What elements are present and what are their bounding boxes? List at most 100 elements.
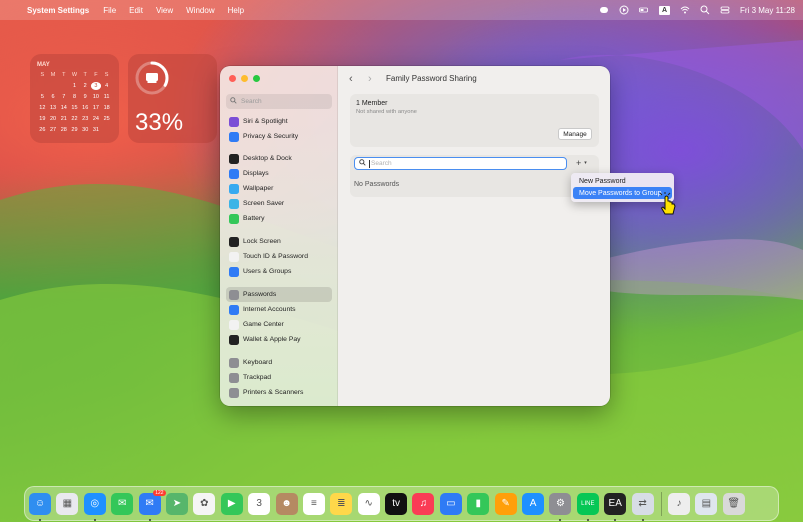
running-indicator	[586, 518, 589, 521]
appstore-icon[interactable]: A	[522, 492, 545, 515]
close-button[interactable]	[229, 75, 236, 82]
sidebar-item-wallpaper[interactable]: Wallpaper	[226, 181, 332, 196]
sidebar-item-trackpad[interactable]: Trackpad	[226, 370, 332, 385]
maps-icon[interactable]: ➤	[165, 492, 188, 515]
numbers-glyph: ▮	[475, 498, 481, 509]
sidebar-item-wallet-apple-pay[interactable]: Wallet & Apple Pay	[226, 332, 332, 347]
menu-item-move-passwords-to-group[interactable]: Move Passwords to Group	[573, 187, 672, 199]
menu-view[interactable]: View	[156, 6, 173, 15]
screen-share-icon[interactable]	[599, 5, 609, 15]
sidebar-item-label: Internet Accounts	[243, 306, 296, 313]
notes-icon[interactable]: ≣	[330, 492, 353, 515]
line-icon[interactable]: LINE	[576, 492, 599, 521]
sidebar-item-displays[interactable]: Displays	[226, 166, 332, 181]
finder-icon[interactable]: ☺	[29, 492, 51, 521]
battery-percentage: 33%	[135, 109, 184, 136]
sidebar-item-privacy-security[interactable]: Privacy & Security	[226, 129, 332, 144]
running-indicator	[39, 518, 41, 521]
manage-button[interactable]: Manage	[558, 128, 592, 140]
appletv-icon[interactable]: tv	[385, 492, 408, 515]
passwords-search-placeholder: Search	[371, 160, 392, 167]
fingerprint-icon	[229, 251, 239, 262]
calendar-widget[interactable]: MAY S M T W T F S 1 2 3 4 5 6 7 8 9 10 11 12 13 14 15 16 17 18 19…	[30, 54, 119, 143]
play-icon[interactable]	[619, 5, 629, 15]
dock-separator	[660, 491, 662, 516]
sidebar-item-label: Printers & Scanners	[243, 389, 304, 396]
messages-icon[interactable]: ✉	[111, 492, 134, 515]
facetime-icon[interactable]: ▶	[220, 492, 243, 515]
audio-file-icon[interactable]: ♪	[667, 492, 690, 515]
page-title: Family Password Sharing	[386, 74, 477, 83]
sidebar-item-internet-accounts[interactable]: Internet Accounts	[226, 302, 332, 317]
ea-icon[interactable]: EA	[604, 492, 627, 521]
calendar-day: 19	[39, 116, 46, 122]
sidebar-item-passwords[interactable]: Passwords	[226, 287, 332, 302]
battery-ring	[134, 60, 170, 96]
battery-icon[interactable]	[639, 5, 649, 15]
sidebar-item-siri-spotlight[interactable]: Siri & Spotlight	[226, 114, 332, 129]
calendar-day	[58, 82, 69, 90]
reminders-icon[interactable]: ≡	[302, 492, 325, 515]
sidebar-item-lock-screen[interactable]: Lock Screen	[226, 234, 332, 249]
screenshot-file-icon[interactable]: ▤	[695, 492, 718, 515]
calendar-day: 8	[72, 94, 77, 100]
sidebar-item-keyboard[interactable]: Keyboard	[226, 355, 332, 370]
mail-icon[interactable]: ✉ 122	[138, 489, 166, 521]
sidebar-item-desktop-dock[interactable]: Desktop & Dock	[226, 151, 332, 166]
hand-icon	[229, 131, 239, 142]
plus-icon: +	[576, 158, 582, 168]
dock-icon	[229, 153, 239, 164]
wifi-icon[interactable]	[680, 5, 690, 15]
sidebar-item-battery[interactable]: Battery	[226, 211, 332, 226]
launchpad-icon[interactable]: ▦	[56, 492, 79, 515]
search-icon[interactable]	[700, 5, 710, 15]
menubar-clock[interactable]: Fri 3 May 11:28	[740, 6, 795, 15]
input-source-icon[interactable]: A	[659, 5, 671, 15]
pages-icon[interactable]: ✎	[494, 492, 517, 515]
minimize-button[interactable]	[241, 75, 248, 82]
add-menu-button[interactable]: + ▾	[576, 158, 587, 168]
group-members-card: 1 Member Not shared with anyone Manage	[350, 94, 599, 147]
sidebar-search-input[interactable]: Search	[226, 94, 332, 109]
sidebar-item-printers-scanners[interactable]: Printers & Scanners	[226, 385, 332, 400]
sidebar-item-label: Privacy & Security	[243, 133, 299, 140]
control-center-icon[interactable]	[720, 5, 730, 15]
running-indicator	[559, 518, 562, 521]
trash-icon[interactable]: 🗑	[722, 492, 745, 515]
empty-state-label: No Passwords	[354, 181, 400, 188]
calendar-day: 2	[83, 83, 87, 89]
zoom-button[interactable]	[253, 75, 260, 82]
numbers-icon[interactable]: ▮	[467, 492, 490, 515]
menu-item-new-password[interactable]: New Password	[573, 175, 672, 187]
back-chevron-icon[interactable]: ‹	[349, 73, 353, 85]
photos-icon[interactable]: ✿	[193, 492, 216, 515]
keynote-icon[interactable]: ▭	[439, 492, 462, 515]
passwords-search-input[interactable]: Search	[354, 157, 567, 170]
calendar-day: 20	[50, 116, 57, 122]
sidebar-item-users-groups[interactable]: Users & Groups	[226, 264, 332, 279]
battery-widget[interactable]: 33%	[128, 54, 217, 143]
menu-edit[interactable]: Edit	[129, 6, 143, 15]
sidebar-item-game-center[interactable]: Game Center	[226, 317, 332, 332]
sidebar-item-screen-saver[interactable]: Screen Saver	[226, 196, 332, 211]
calendar-day: 9	[83, 94, 87, 100]
sidebar-item-touch-id-password[interactable]: Touch ID & Password	[226, 249, 332, 264]
appstore-glyph: A	[529, 498, 537, 509]
trackpad-icon	[229, 372, 239, 383]
calendar-icon[interactable]: 3	[248, 492, 271, 515]
music-icon[interactable]: ♫	[412, 492, 435, 515]
forward-chevron-icon[interactable]: ›	[368, 73, 372, 85]
menu-help[interactable]: Help	[228, 6, 244, 15]
window-controls	[229, 75, 260, 82]
app-menu[interactable]: System Settings	[27, 6, 89, 15]
key-icon	[229, 289, 239, 300]
printer-icon	[229, 387, 239, 398]
running-indicator	[93, 518, 96, 521]
system-settings-icon[interactable]: ⚙	[549, 492, 572, 521]
safari-icon[interactable]: ◎	[83, 492, 106, 521]
migration-icon[interactable]: ⇄	[631, 492, 654, 521]
menu-window[interactable]: Window	[186, 6, 214, 15]
freeform-icon[interactable]: ∿	[357, 492, 380, 515]
contacts-icon[interactable]: ☻	[275, 492, 298, 515]
menu-file[interactable]: File	[103, 6, 116, 15]
